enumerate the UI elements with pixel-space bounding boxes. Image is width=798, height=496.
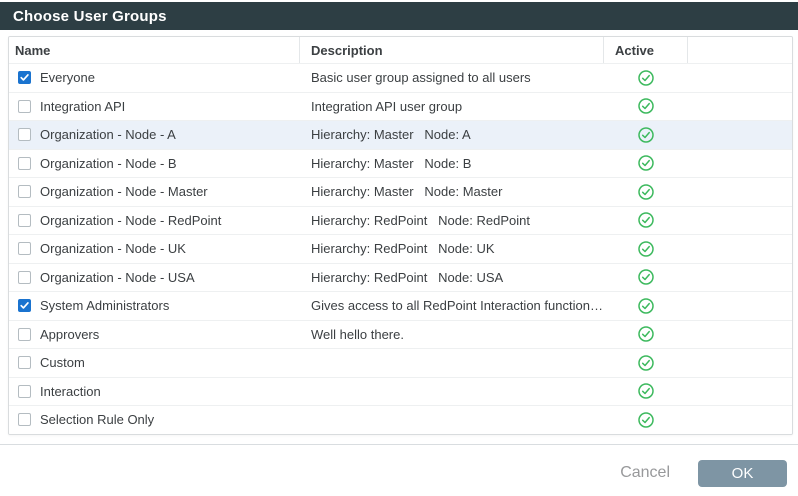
checkmark-icon [19, 72, 30, 83]
user-groups-table: Name Description Active Everyone Basic u… [8, 36, 793, 435]
row-checkbox[interactable] [18, 328, 31, 341]
table-row[interactable]: System Administrators Gives access to al… [9, 291, 792, 320]
row-name: Interaction [40, 384, 101, 399]
row-checkbox[interactable] [18, 185, 31, 198]
table-row[interactable]: Organization - Node - B Hierarchy: Maste… [9, 149, 792, 178]
row-name: Organization - Node - Master [40, 184, 208, 199]
dialog-title: Choose User Groups [13, 8, 167, 25]
row-description: Hierarchy: Master Node: B [300, 156, 604, 171]
row-description: Hierarchy: RedPoint Node: USA [300, 270, 604, 285]
column-header-extra [688, 37, 792, 63]
row-name: Organization - Node - B [40, 156, 177, 171]
column-header-active: Active [604, 37, 688, 63]
table-row[interactable]: Organization - Node - UK Hierarchy: RedP… [9, 234, 792, 263]
active-check-icon [638, 70, 654, 86]
row-name: Organization - Node - UK [40, 241, 186, 256]
row-checkbox[interactable] [18, 128, 31, 141]
active-check-icon [638, 155, 654, 171]
active-check-icon [638, 184, 654, 200]
row-name: Organization - Node - USA [40, 270, 195, 285]
table-row[interactable]: Approvers Well hello there. [9, 320, 792, 349]
active-check-icon [638, 212, 654, 228]
row-description: Integration API user group [300, 99, 604, 114]
column-header-name: Name [9, 37, 300, 63]
table-row[interactable]: Integration API Integration API user gro… [9, 92, 792, 121]
row-name: Integration API [40, 99, 125, 114]
row-checkbox[interactable] [18, 157, 31, 170]
active-check-icon [638, 326, 654, 342]
row-description: Well hello there. [300, 327, 604, 342]
table-row[interactable]: Selection Rule Only [9, 405, 792, 434]
dialog-titlebar: Choose User Groups [0, 2, 798, 30]
row-description: Hierarchy: RedPoint Node: UK [300, 241, 604, 256]
active-check-icon [638, 383, 654, 399]
table-header: Name Description Active [9, 37, 792, 63]
row-name: Everyone [40, 70, 95, 85]
active-check-icon [638, 355, 654, 371]
active-check-icon [638, 412, 654, 428]
row-checkbox[interactable] [18, 100, 31, 113]
row-checkbox[interactable] [18, 214, 31, 227]
row-name: Organization - Node - RedPoint [40, 213, 221, 228]
table-row[interactable]: Organization - Node - Master Hierarchy: … [9, 177, 792, 206]
active-check-icon [638, 241, 654, 257]
row-checkbox[interactable] [18, 299, 31, 312]
row-description: Hierarchy: RedPoint Node: RedPoint [300, 213, 604, 228]
row-checkbox[interactable] [18, 385, 31, 398]
row-checkbox[interactable] [18, 271, 31, 284]
table-row[interactable]: Organization - Node - A Hierarchy: Maste… [9, 120, 792, 149]
table-row[interactable]: Custom [9, 348, 792, 377]
table-row[interactable]: Everyone Basic user group assigned to al… [9, 63, 792, 92]
row-name: Custom [40, 355, 85, 370]
row-name: Selection Rule Only [40, 412, 154, 427]
checkmark-icon [19, 300, 30, 311]
cancel-button[interactable]: Cancel [618, 464, 672, 482]
row-name: System Administrators [40, 298, 169, 313]
column-header-description: Description [300, 37, 604, 63]
table-row[interactable]: Interaction [9, 377, 792, 406]
active-check-icon [638, 269, 654, 285]
row-name: Organization - Node - A [40, 127, 176, 142]
row-checkbox[interactable] [18, 242, 31, 255]
table-row[interactable]: Organization - Node - RedPoint Hierarchy… [9, 206, 792, 235]
row-checkbox[interactable] [18, 356, 31, 369]
row-description: Hierarchy: Master Node: Master [300, 184, 604, 199]
row-name: Approvers [40, 327, 99, 342]
active-check-icon [638, 298, 654, 314]
row-description: Hierarchy: Master Node: A [300, 127, 604, 142]
row-description: Basic user group assigned to all users [300, 70, 604, 85]
table-row[interactable]: Organization - Node - USA Hierarchy: Red… [9, 263, 792, 292]
row-checkbox[interactable] [18, 413, 31, 426]
dialog-footer: Cancel OK [0, 445, 798, 487]
ok-button[interactable]: OK [698, 460, 787, 487]
row-checkbox[interactable] [18, 71, 31, 84]
table-body: Everyone Basic user group assigned to al… [9, 63, 792, 434]
active-check-icon [638, 98, 654, 114]
row-description: Gives access to all RedPoint Interaction… [300, 298, 604, 313]
active-check-icon [638, 127, 654, 143]
